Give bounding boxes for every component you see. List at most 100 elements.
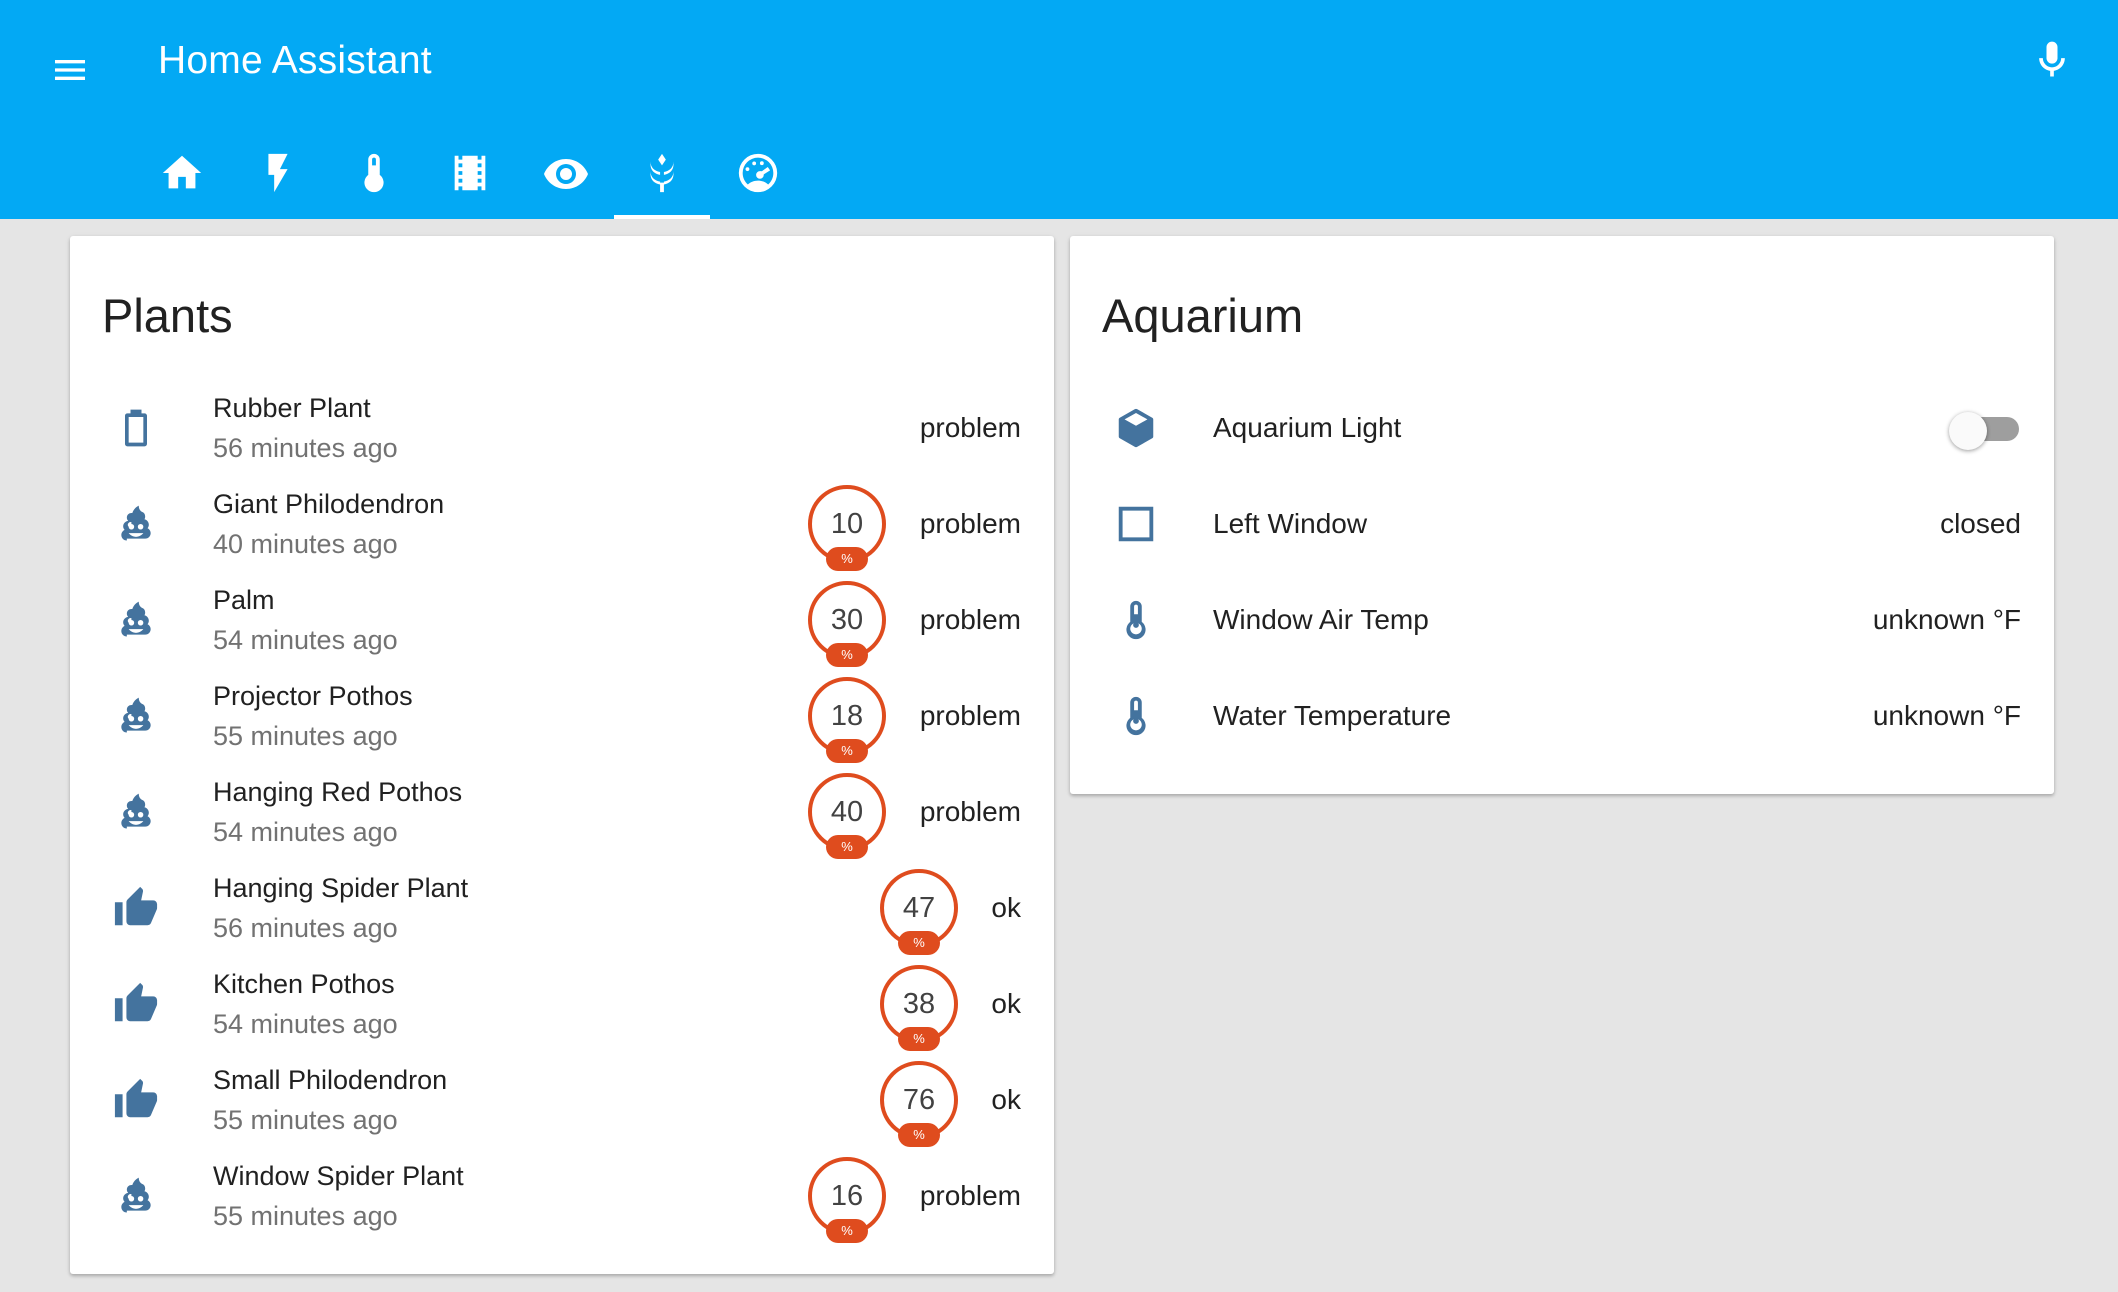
moisture-badge[interactable]: 40 % bbox=[808, 773, 886, 859]
badge-unit: % bbox=[898, 931, 940, 955]
plant-state: problem bbox=[919, 796, 1021, 827]
plant-state: problem bbox=[919, 412, 1021, 443]
plant-last-changed: 56 minutes ago bbox=[213, 433, 398, 463]
emoticon-poop-icon bbox=[112, 692, 160, 740]
entity-name: Left Window bbox=[1213, 508, 1368, 539]
plant-last-changed: 54 minutes ago bbox=[213, 625, 398, 655]
plant-last-changed: 40 minutes ago bbox=[213, 529, 398, 559]
plant-last-changed: 56 minutes ago bbox=[213, 913, 398, 943]
home-icon bbox=[162, 155, 202, 189]
plant-name: Hanging Spider Plant bbox=[213, 873, 469, 903]
thermometer-icon bbox=[1112, 596, 1160, 644]
plant-state: problem bbox=[919, 508, 1021, 539]
plants-card: Plants Rubber Plant 56 minutes ago probl… bbox=[70, 236, 1054, 1274]
tab-system[interactable] bbox=[710, 134, 806, 219]
plant-last-changed: 54 minutes ago bbox=[213, 817, 398, 847]
moisture-badge[interactable]: 47 % bbox=[880, 869, 958, 955]
plant-state: problem bbox=[919, 1180, 1021, 1211]
plant-state: problem bbox=[919, 700, 1021, 731]
flash-icon bbox=[268, 153, 288, 193]
cube-icon bbox=[1112, 404, 1160, 452]
plant-row-small-philodendron[interactable]: Small Philodendron 55 minutes ago 76 % o… bbox=[70, 1052, 1054, 1148]
plant-name: Palm bbox=[213, 585, 275, 615]
aquarium-card: Aquarium Aquarium Light Left Window clos… bbox=[1070, 236, 2054, 794]
badge-unit: % bbox=[826, 739, 868, 763]
emoticon-poop-icon bbox=[112, 1172, 160, 1220]
voice-command-button[interactable] bbox=[2024, 30, 2080, 90]
plant-name: Kitchen Pothos bbox=[213, 969, 395, 999]
tab-garden[interactable] bbox=[614, 134, 710, 219]
entity-state: closed bbox=[1940, 508, 2021, 539]
emoticon-poop-icon bbox=[112, 788, 160, 836]
entity-name: Window Air Temp bbox=[1213, 604, 1429, 635]
plant-last-changed: 55 minutes ago bbox=[213, 721, 398, 751]
plant-row-palm[interactable]: Palm 54 minutes ago 30 % problem bbox=[70, 572, 1054, 668]
badge-unit: % bbox=[826, 835, 868, 859]
thumb-up-icon bbox=[112, 1076, 160, 1124]
badge-value: 16 bbox=[830, 1179, 864, 1212]
moisture-badge[interactable]: 38 % bbox=[880, 965, 958, 1051]
aquarium-row-window-air-temp[interactable]: Window Air Temp unknown °F bbox=[1070, 572, 2054, 668]
plant-row-giant-philodendron[interactable]: Giant Philodendron 40 minutes ago 10 % p… bbox=[70, 476, 1054, 572]
plant-state: ok bbox=[991, 1084, 1021, 1115]
aquarium-list: Aquarium Light Left Window closed Window… bbox=[1070, 380, 2054, 764]
tab-energy[interactable] bbox=[230, 134, 326, 219]
aquarium-light-toggle[interactable] bbox=[1949, 412, 2021, 450]
app-toolbar: Home Assistant bbox=[0, 0, 2118, 219]
plant-row-projector-pothos[interactable]: Projector Pothos 55 minutes ago 18 % pro… bbox=[70, 668, 1054, 764]
moisture-badge[interactable]: 16 % bbox=[808, 1157, 886, 1243]
plant-state: ok bbox=[991, 988, 1021, 1019]
badge-value: 76 bbox=[902, 1083, 936, 1116]
entity-name: Aquarium Light bbox=[1213, 412, 1402, 443]
tab-media[interactable] bbox=[422, 134, 518, 219]
eye-icon bbox=[544, 159, 588, 189]
plant-last-changed: 55 minutes ago bbox=[213, 1201, 398, 1231]
entity-name: Water Temperature bbox=[1213, 700, 1452, 731]
plant-name: Window Spider Plant bbox=[213, 1161, 464, 1191]
badge-value: 40 bbox=[830, 795, 864, 828]
badge-value: 47 bbox=[902, 891, 936, 924]
entity-state: unknown °F bbox=[1872, 604, 2021, 635]
tab-cameras[interactable] bbox=[518, 134, 614, 219]
card-title: Aquarium bbox=[1102, 289, 1304, 342]
moisture-badge[interactable]: 18 % bbox=[808, 677, 886, 763]
plant-row-hanging-red-pothos[interactable]: Hanging Red Pothos 54 minutes ago 40 % p… bbox=[70, 764, 1054, 860]
plant-row-window-spider-plant[interactable]: Window Spider Plant 55 minutes ago 16 % … bbox=[70, 1148, 1054, 1244]
film-icon bbox=[454, 155, 486, 191]
moisture-badge[interactable]: 30 % bbox=[808, 581, 886, 667]
badge-value: 18 bbox=[830, 699, 864, 732]
emoticon-poop-icon bbox=[112, 500, 160, 548]
badge-value: 10 bbox=[830, 507, 864, 540]
tab-climate[interactable] bbox=[326, 134, 422, 219]
battery-icon bbox=[112, 404, 160, 452]
app-title: Home Assistant bbox=[158, 39, 432, 82]
plant-row-kitchen-pothos[interactable]: Kitchen Pothos 54 minutes ago 38 % ok bbox=[70, 956, 1054, 1052]
moisture-badge[interactable]: 10 % bbox=[808, 485, 886, 571]
plant-name: Giant Philodendron bbox=[213, 489, 445, 519]
emoticon-poop-icon bbox=[112, 596, 160, 644]
plant-name: Small Philodendron bbox=[213, 1065, 448, 1095]
toggle-knob bbox=[1949, 412, 1987, 450]
menu-icon bbox=[55, 60, 85, 80]
badge-unit: % bbox=[898, 1027, 940, 1051]
moisture-badge[interactable]: 76 % bbox=[880, 1061, 958, 1147]
aquarium-row-light[interactable]: Aquarium Light bbox=[1070, 380, 2054, 476]
badge-unit: % bbox=[826, 547, 868, 571]
plant-last-changed: 55 minutes ago bbox=[213, 1105, 398, 1135]
plant-row-rubber-plant[interactable]: Rubber Plant 56 minutes ago problem bbox=[70, 380, 1054, 476]
wheat-icon bbox=[650, 153, 674, 193]
aquarium-row-left-window[interactable]: Left Window closed bbox=[1070, 476, 2054, 572]
card-title: Plants bbox=[102, 289, 233, 342]
microphone-icon bbox=[2039, 41, 2065, 77]
tab-home[interactable] bbox=[134, 134, 230, 219]
plant-state: problem bbox=[919, 604, 1021, 635]
aquarium-row-water-temperature[interactable]: Water Temperature unknown °F bbox=[1070, 668, 2054, 764]
thermometer-icon bbox=[364, 153, 384, 193]
square-outline-icon bbox=[1112, 500, 1160, 548]
menu-button[interactable] bbox=[42, 42, 98, 98]
plant-state: ok bbox=[991, 892, 1021, 923]
plant-row-hanging-spider-plant[interactable]: Hanging Spider Plant 56 minutes ago 47 %… bbox=[70, 860, 1054, 956]
view-tabs bbox=[134, 134, 806, 219]
thumb-up-icon bbox=[112, 980, 160, 1028]
badge-value: 30 bbox=[830, 603, 864, 636]
